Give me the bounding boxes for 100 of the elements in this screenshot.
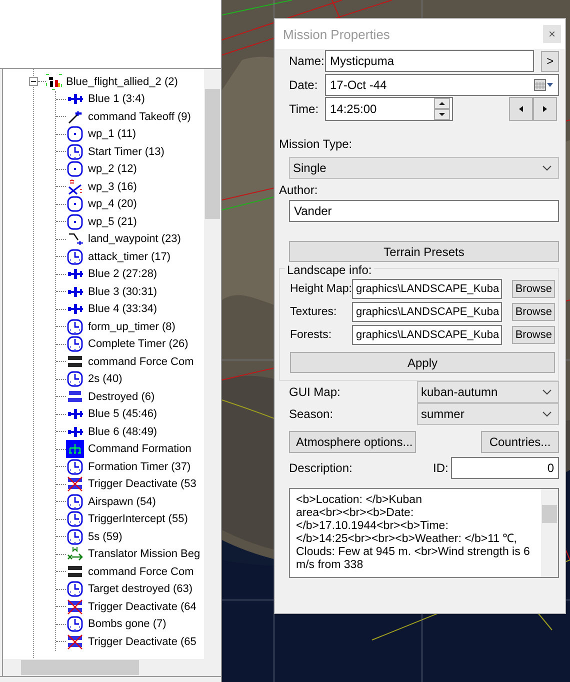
button[interactable]: Countries... [481, 431, 559, 453]
dropdown[interactable]: summer [417, 403, 559, 425]
tree-item[interactable]: wp_2 (12) [87, 163, 138, 176]
waypoint-icon [67, 126, 83, 142]
tree-item[interactable]: Destroyed (6) [87, 390, 156, 403]
description-field[interactable]: <b>Location: </b>Kuban area<br><br><b>Date: </b>17.10.1944<br><b>Time: </b>14:25<br><br><b>Weather: </b>11 ℃, Clouds: Few at 945 m. <br>Wind strength is 6 m/s from 338 [289, 488, 559, 578]
tree-item[interactable]: 2s (40) [87, 373, 124, 386]
clock-icon [67, 144, 83, 160]
button[interactable]: Browse [512, 302, 555, 320]
field-label: Time: [288, 102, 320, 116]
tree-item[interactable]: land_waypoint (23) [87, 233, 182, 246]
field-label: Description: [288, 461, 354, 475]
waypoint-icon [67, 214, 83, 230]
tree-item[interactable]: Airspawn (54) [87, 496, 157, 508]
waypoint-icon [67, 161, 83, 178]
tree-item[interactable]: wp_3 (16) [87, 180, 138, 193]
calendar-icon[interactable] [534, 79, 554, 91]
clock-icon [67, 458, 83, 475]
waypoint-icon [67, 196, 83, 212]
clock-icon [67, 336, 83, 352]
deactivate-icon [67, 598, 83, 615]
tree-item[interactable]: Complete Timer (26) [87, 338, 190, 350]
tree-item[interactable]: Blue 5 (45:46) [87, 408, 158, 420]
clock-icon [67, 318, 83, 335]
path-field[interactable]: graphics\LANDSCAPE_Kuba [352, 278, 502, 298]
clock-icon [67, 248, 83, 265]
tree-item[interactable]: Trigger Deactivate (64 [87, 600, 198, 613]
flight-group-icon [46, 74, 62, 90]
tree-item[interactable]: Blue 6 (48:49) [87, 426, 158, 438]
tree-item[interactable]: command Takeoff (9) [87, 110, 192, 123]
landing-arrow-icon [67, 231, 83, 248]
clock-icon [67, 371, 83, 388]
button[interactable]: Browse [512, 326, 555, 344]
button[interactable]: Atmosphere options... [289, 431, 416, 453]
tree-item[interactable]: command Force Com [87, 566, 195, 578]
vertical-scrollbar[interactable] [204, 69, 221, 659]
deactivate-icon [67, 476, 83, 492]
time-field[interactable]: 14:25:00 [325, 97, 453, 121]
clock-icon [67, 616, 83, 632]
field-label: Textures: [290, 306, 338, 318]
path-field[interactable]: graphics\LANDSCAPE_Kuba [352, 302, 502, 322]
right-triangle-icon [543, 106, 547, 112]
field-label: Name: [288, 54, 325, 68]
left-triangle-icon [519, 106, 523, 112]
tree-item[interactable]: Blue 3 (30:31) [87, 286, 158, 298]
button[interactable]: Browse [512, 280, 555, 298]
tree-item[interactable]: attack_timer (17) [87, 250, 172, 263]
field-label: Mission Type: [278, 137, 354, 151]
button[interactable]: > [541, 50, 559, 72]
tree-item[interactable]: TriggerIntercept (55) [87, 513, 189, 526]
tree-item[interactable]: Trigger Deactivate (65 [87, 636, 198, 648]
name-field[interactable]: Mysticpuma [325, 50, 534, 72]
spinner-arrows-icon[interactable] [434, 98, 450, 120]
crossed-swords-icon [67, 178, 83, 195]
tree-item[interactable]: Trigger Deactivate (53 [87, 478, 198, 490]
previous-button[interactable] [509, 97, 533, 121]
tree-item[interactable]: Blue 4 (33:34) [87, 303, 158, 316]
tree-item[interactable]: form_up_timer (8) [87, 320, 176, 333]
tree-item[interactable]: command Force Com [87, 356, 195, 368]
window-title: Mission Properties [283, 26, 390, 42]
tree-item[interactable]: Command Formation [87, 443, 192, 456]
close-button[interactable]: × [543, 25, 561, 43]
field-label: Height Map: [290, 282, 352, 294]
tree-item[interactable]: Formation Timer (37) [87, 460, 192, 473]
collapse-toggle[interactable] [29, 77, 38, 86]
id-field[interactable]: 0 [451, 457, 559, 479]
tree-item[interactable]: wp_1 (11) [87, 128, 138, 140]
button[interactable]: Terrain Presets [289, 241, 559, 262]
clock-icon [67, 581, 83, 598]
dropdown[interactable]: Single [289, 157, 559, 179]
dropdown[interactable]: kuban-autumn [417, 381, 559, 403]
tree-item[interactable]: Blue_flight_allied_2 (2) [65, 76, 179, 88]
field-label: Forests: [290, 328, 333, 340]
clock-icon [67, 528, 83, 545]
chevron-down-icon [542, 165, 552, 171]
deactivate-icon [67, 634, 83, 650]
tree-item[interactable]: 5s (59) [87, 530, 124, 543]
author-field[interactable]: Vander [289, 200, 559, 222]
field-label: Author: [278, 183, 319, 197]
vertical-scrollbar[interactable] [541, 489, 558, 577]
clock-icon [67, 494, 83, 510]
next-button[interactable] [533, 97, 557, 121]
tree-item[interactable]: Start Timer (13) [87, 146, 166, 158]
chevron-down-icon [542, 389, 552, 395]
field-label: Season: [288, 407, 334, 421]
tree-item[interactable]: wp_4 (20) [87, 198, 138, 210]
tree-item[interactable]: Blue 1 (3:4) [87, 93, 146, 106]
field-label: Date: [288, 78, 319, 92]
translator-arrow-icon [67, 546, 83, 562]
tree-item[interactable]: Blue 2 (27:28) [87, 268, 158, 280]
path-field[interactable]: graphics\LANDSCAPE_Kuba [352, 324, 502, 344]
group-title: Landscape info: [285, 263, 374, 277]
tree-item[interactable]: Bombs gone (7) [87, 618, 168, 630]
tree-item[interactable]: Target destroyed (63) [87, 583, 194, 596]
field-label: GUI Map: [288, 385, 342, 399]
takeoff-arrow-icon [67, 108, 83, 125]
tree-item[interactable]: Translator Mission Beg [87, 548, 202, 560]
date-picker[interactable]: 17-Oct -44 [325, 74, 559, 96]
tree-item[interactable]: wp_5 (21) [87, 216, 138, 228]
button[interactable]: Apply [290, 352, 555, 373]
